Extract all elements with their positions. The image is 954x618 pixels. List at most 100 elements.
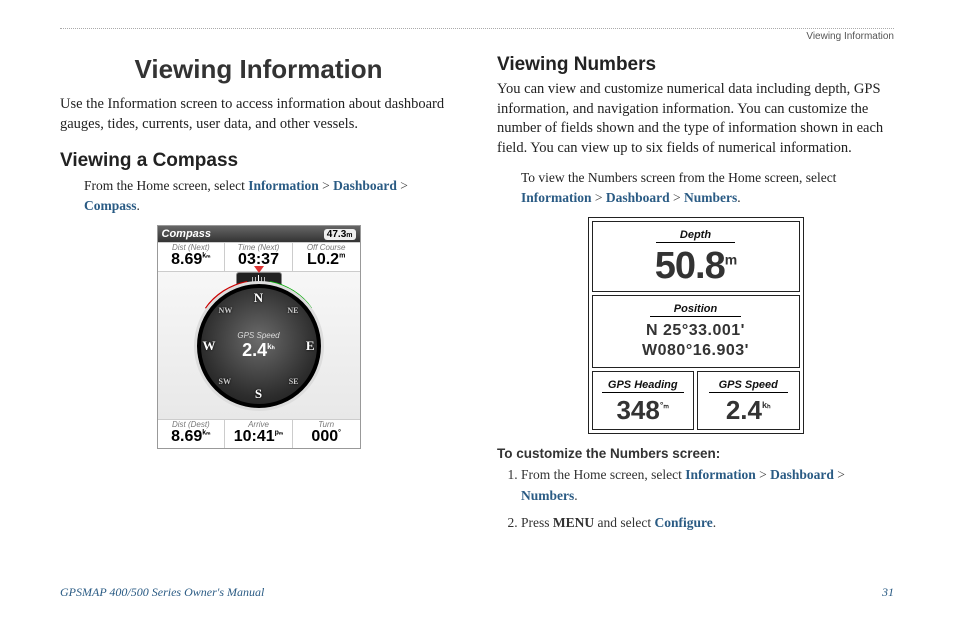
num: 000 [311,428,338,445]
two-column-layout: Viewing Information Use the Information … [60,46,894,540]
arrive-cell: Arrive 10:41pₘ [225,420,293,448]
cardinal-w: W [203,338,216,354]
compass-title: Compass [162,228,212,240]
cardinal-ne: NE [287,306,298,315]
heading-viewing-numbers: Viewing Numbers [497,54,894,76]
unit: °ₘ [660,401,669,410]
numbers-instruction: To view the Numbers screen from the Home… [521,168,894,207]
heading-unit: m [346,232,352,239]
heading-viewing-compass: Viewing a Compass [60,150,457,172]
num: 8.69 [171,428,202,445]
customize-heading: To customize the Numbers screen: [497,446,894,461]
position-label: Position [650,303,741,317]
link-information: Information [521,190,592,205]
right-column: Viewing Numbers You can view and customi… [497,46,894,540]
value: 8.69kₘ [158,429,225,446]
text: Press [521,515,553,530]
cardinal-e: E [306,338,315,354]
link-dashboard: Dashboard [770,467,834,482]
link-dashboard: Dashboard [606,190,670,205]
compass-header: Compass 47.3m [158,226,360,242]
gps-speed-value: 2.4kₕ [702,397,795,423]
step-2: Press MENU and select Configure. [521,513,894,534]
value: L0.2m [293,252,360,269]
separator: > [595,190,606,205]
link-numbers: Numbers [684,190,737,205]
num: L0.2 [307,251,339,268]
separator: > [400,178,408,193]
unit: pₘ [275,430,284,437]
unit: m [725,252,736,268]
num: 348 [616,395,659,425]
link-compass: Compass [84,198,137,213]
cardinal-n: N [254,290,263,306]
separator: > [837,467,845,482]
gps-speed-label: GPS Speed [709,379,788,393]
separator: > [673,190,684,205]
compass-dial-area: N S E W NE NW SE SW GPS Speed 2.4kₕ [158,271,360,419]
unit: kₕ [267,342,275,351]
position-lon: W080°16.903' [597,341,795,361]
gps-speed-box: GPS Speed 2.4kₕ [697,371,800,430]
num: 2.4 [242,340,267,360]
value: 10:41pₘ [225,429,292,446]
step-1: From the Home screen, select Information… [521,465,894,507]
text: To view the Numbers screen from the Home… [521,170,836,185]
cardinal-s: S [255,386,262,402]
numbers-bottom-row: GPS Heading 348°ₘ GPS Speed 2.4kₕ [592,371,800,430]
intro-paragraph: Use the Information screen to access inf… [60,95,457,134]
page-footer: GPSMAP 400/500 Series Owner's Manual 31 [60,585,894,600]
unit: m [339,253,345,260]
center-label: GPS Speed [224,331,294,340]
customize-steps: From the Home screen, select Information… [503,465,894,534]
link-information: Information [248,178,319,193]
running-head: Viewing Information [60,31,894,42]
link-information: Information [685,467,756,482]
gps-heading-label: GPS Heading [602,379,684,393]
compass-bottom-row: Dist (Dest) 8.69kₘ Arrive 10:41pₘ Turn 0… [158,419,360,448]
cardinal-nw: NW [219,306,233,315]
numbers-outer: Depth 50.8m Position N 25°33.001' W080°1… [588,217,804,434]
center-value: 2.4kₕ [224,340,294,361]
num: 50.8 [655,245,725,287]
compass-center: GPS Speed 2.4kₕ [224,331,294,361]
link-numbers: Numbers [521,488,574,503]
link-dashboard: Dashboard [333,178,397,193]
turn-cell: Turn 000° [293,420,360,448]
separator: > [322,178,333,193]
manual-title: GPSMAP 400/500 Series Owner's Manual [60,585,264,600]
gps-heading-box: GPS Heading 348°ₘ [592,371,695,430]
dist-next-cell: Dist (Next) 8.69kₘ [158,243,226,271]
value: 8.69kₘ [158,252,225,269]
unit: ° [338,430,341,437]
num: 2.4 [726,395,762,425]
compass-screenshot: Compass 47.3m Dist (Next) 8.69kₘ Time (N… [157,225,361,449]
separator: > [759,467,770,482]
page-title: Viewing Information [60,54,457,85]
left-column: Viewing Information Use the Information … [60,46,457,540]
dist-dest-cell: Dist (Dest) 8.69kₘ [158,420,226,448]
depth-value: 50.8m [597,247,795,285]
compass-heading-pill: 47.3m [324,229,356,240]
compass-instruction: From the Home screen, select Information… [84,176,457,215]
numbers-paragraph: You can view and customize numerical dat… [497,80,894,158]
page-number: 31 [882,585,894,600]
unit: kₕ [762,401,771,410]
top-rule [60,28,894,29]
position-box: Position N 25°33.001' W080°16.903' [592,295,800,368]
text: and select [598,515,655,530]
text: From the Home screen, select [84,178,248,193]
off-course-cell: Off Course L0.2m [293,243,360,271]
numbers-screenshot: Depth 50.8m Position N 25°33.001' W080°1… [588,217,804,434]
compass-dial: N S E W NE NW SE SW GPS Speed 2.4kₕ [194,281,324,411]
num: 10:41 [234,428,275,445]
course-bug-icon [254,266,264,273]
depth-box: Depth 50.8m [592,221,800,292]
unit: kₘ [202,253,210,260]
cardinal-sw: SW [219,377,231,386]
text: From the Home screen, select [521,467,685,482]
depth-label: Depth [656,229,735,243]
gps-heading-value: 348°ₘ [597,397,690,423]
menu-key: MENU [553,515,594,530]
num: 8.69 [171,251,202,268]
